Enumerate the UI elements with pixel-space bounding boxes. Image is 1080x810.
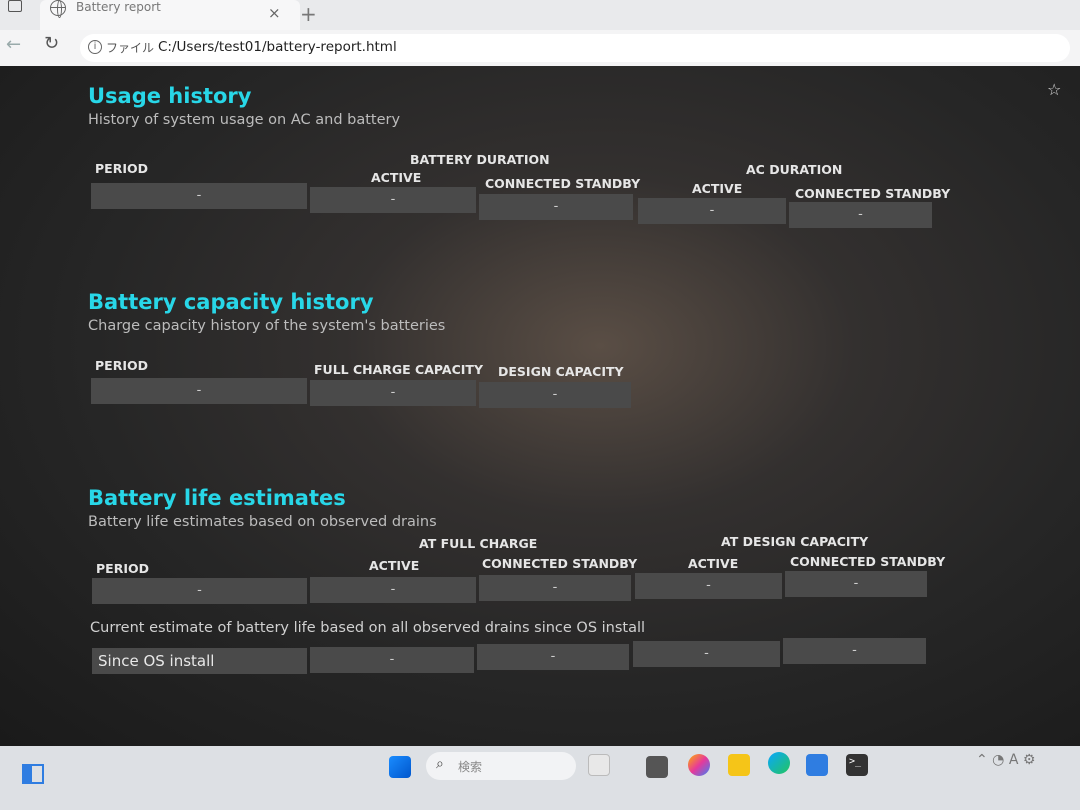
favorite-star-icon[interactable]: ☆: [1047, 80, 1061, 99]
section-description: History of system usage on AC and batter…: [88, 112, 401, 128]
battery-connected-standby-header: CONNECTED STANDBY: [485, 176, 641, 191]
estimate-period-cell: -: [92, 578, 307, 604]
screen: Battery report × + ← ↻ i ファイル C:/Users/t…: [0, 0, 1080, 810]
ac-duration-header: AC DURATION: [746, 162, 843, 177]
design-connected-standby-header: CONNECTED STANDBY: [790, 554, 946, 569]
refresh-icon[interactable]: ↻: [44, 33, 59, 54]
estimate-design-standby-cell: -: [785, 571, 927, 597]
report-viewport: Usage history History of system usage on…: [0, 66, 1080, 746]
address-bar-row: ← ↻ i ファイル C:/Users/test01/battery-repor…: [0, 30, 1080, 66]
taskbar-search[interactable]: ⌕ 検索: [426, 752, 576, 780]
period-header: PERIOD: [95, 358, 148, 373]
capacity-history-section: Battery capacity history Charge capacity…: [88, 290, 445, 334]
design-active-header: ACTIVE: [688, 556, 739, 571]
section-title: Usage history: [88, 84, 252, 108]
capacity-full-charge-cell: -: [310, 380, 476, 406]
battery-duration-header: BATTERY DURATION: [410, 152, 550, 167]
tab-bar: Battery report × +: [0, 0, 1080, 30]
edge-browser-icon[interactable]: [768, 752, 790, 774]
usage-period-cell: -: [91, 183, 307, 209]
search-icon: ⌕: [436, 756, 444, 772]
task-view-icon[interactable]: [646, 756, 668, 778]
usage-history-section: Usage history History of system usage on…: [88, 84, 400, 128]
estimate-full-standby-cell: -: [479, 575, 631, 601]
back-arrow-icon[interactable]: ←: [6, 34, 21, 55]
since-os-full-active-cell: -: [310, 647, 474, 673]
new-tab-button[interactable]: +: [300, 2, 317, 26]
info-icon[interactable]: i: [88, 40, 102, 54]
file-explorer-icon[interactable]: [728, 754, 750, 776]
capacity-design-cell: -: [479, 382, 631, 408]
period-header: PERIOD: [96, 561, 149, 576]
section-title: Battery life estimates: [88, 486, 346, 510]
design-capacity-header: DESIGN CAPACITY: [498, 364, 624, 379]
section-description: Battery life estimates based on observed…: [88, 514, 437, 530]
capacity-period-cell: -: [91, 378, 307, 404]
since-os-install-label: Since OS install: [92, 648, 307, 674]
ac-active-header: ACTIVE: [692, 181, 743, 196]
system-tray-icons[interactable]: ⌃ ◔ A ⚙: [976, 752, 1035, 768]
full-active-header: ACTIVE: [369, 558, 420, 573]
estimate-full-active-cell: -: [310, 577, 476, 603]
battery-active-header: ACTIVE: [371, 170, 422, 185]
life-estimates-section: Battery life estimates Battery life esti…: [88, 486, 437, 530]
since-os-design-active-cell: -: [633, 641, 780, 667]
usage-battery-standby-cell: -: [479, 194, 633, 220]
tab-title: Battery report: [76, 0, 161, 14]
section-description: Charge capacity history of the system's …: [88, 318, 446, 334]
address-bar[interactable]: i ファイル C:/Users/test01/battery-report.ht…: [80, 34, 1070, 62]
globe-icon: [50, 0, 66, 18]
layout-icon[interactable]: [22, 764, 44, 784]
at-full-charge-header: AT FULL CHARGE: [419, 536, 538, 551]
usage-battery-active-cell: -: [310, 187, 476, 213]
section-title: Battery capacity history: [88, 290, 374, 314]
usage-ac-standby-cell: -: [789, 202, 932, 228]
terminal-icon[interactable]: [846, 754, 868, 776]
full-charge-capacity-header: FULL CHARGE CAPACITY: [314, 362, 483, 377]
ac-connected-standby-header: CONNECTED STANDBY: [795, 186, 951, 201]
estimate-design-active-cell: -: [635, 573, 782, 599]
full-connected-standby-header: CONNECTED STANDBY: [482, 556, 638, 571]
widgets-icon[interactable]: [588, 754, 610, 776]
close-tab-icon[interactable]: ×: [268, 4, 281, 22]
taskbar: ⌕ 検索 ⌃ ◔ A ⚙: [0, 746, 1080, 810]
usage-ac-active-cell: -: [638, 198, 786, 224]
copilot-icon[interactable]: [688, 754, 710, 776]
at-design-capacity-header: AT DESIGN CAPACITY: [721, 534, 869, 549]
tab-battery-report[interactable]: Battery report ×: [40, 0, 300, 30]
workspace-icon[interactable]: [8, 0, 22, 12]
start-windows-icon[interactable]: [389, 756, 411, 778]
file-scheme-label: ファイル: [106, 41, 155, 55]
since-os-design-standby-cell: -: [783, 638, 926, 664]
since-os-full-standby-cell: -: [477, 644, 629, 670]
period-header: PERIOD: [95, 161, 148, 176]
current-estimate-note: Current estimate of battery life based o…: [90, 620, 646, 636]
url-text[interactable]: C:/Users/test01/battery-report.html: [158, 39, 397, 55]
search-placeholder: 検索: [458, 760, 483, 774]
store-icon[interactable]: [806, 754, 828, 776]
